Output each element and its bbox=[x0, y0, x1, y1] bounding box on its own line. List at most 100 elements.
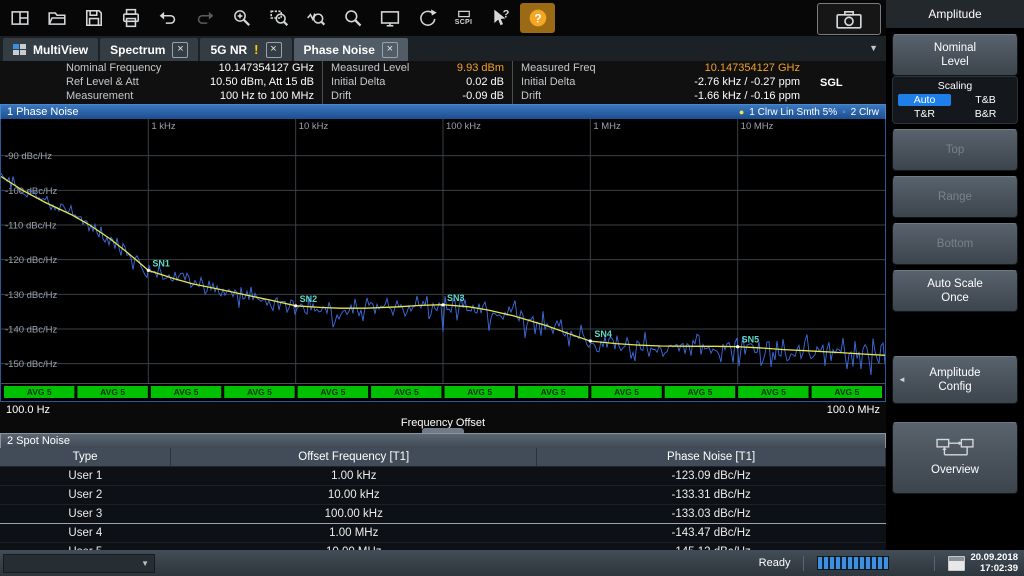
save-icon bbox=[84, 8, 104, 28]
trace1-legend: 1 Clrw Lin Smth 5% bbox=[749, 107, 837, 118]
info-value: -1.66 kHz / -0.16 ppm bbox=[694, 90, 800, 103]
phase-noise-window-header[interactable]: 1 Phase Noise ● 1 Clrw Lin Smth 5% ◦ 2 C… bbox=[0, 104, 886, 119]
svg-text:10 kHz: 10 kHz bbox=[299, 121, 329, 132]
search-button[interactable] bbox=[335, 3, 370, 33]
screenshot-icon bbox=[836, 10, 862, 29]
refresh-button[interactable] bbox=[409, 3, 444, 33]
info-value: 10.147354127 GHz bbox=[705, 62, 800, 75]
svg-text:?: ? bbox=[502, 8, 509, 20]
zoom-area-icon bbox=[269, 8, 289, 28]
phase-noise-chart[interactable]: 1 kHz10 kHz100 kHz1 MHz10 MHz-90 dBc/Hz-… bbox=[1, 119, 885, 400]
overview-softkey[interactable]: Overview bbox=[892, 422, 1018, 494]
info-label: Measured Level bbox=[331, 62, 409, 75]
status-bar: ▼ Ready 20.09.2018 17:02:39 bbox=[0, 550, 1024, 576]
phase-noise-plot-area[interactable]: 1 kHz10 kHz100 kHz1 MHz10 MHz-90 dBc/Hz-… bbox=[0, 119, 886, 402]
tab-phase-noise[interactable]: Phase Noise × bbox=[294, 38, 408, 61]
close-icon[interactable]: × bbox=[172, 42, 188, 58]
x-axis-stop-label: 100.0 MHz bbox=[827, 404, 880, 416]
auto-scale-once-softkey[interactable]: Auto Scale Once bbox=[892, 270, 1018, 312]
save-button[interactable] bbox=[76, 3, 111, 33]
info-value[interactable]: 10.147354127 GHz bbox=[219, 62, 314, 75]
scaling-option-tb[interactable]: T&B bbox=[959, 94, 1012, 106]
info-label: Measurement bbox=[66, 90, 133, 103]
window-splitter-handle[interactable] bbox=[422, 428, 464, 433]
softkey-menu-title: Amplitude bbox=[886, 0, 1024, 28]
tab-overflow-dropdown[interactable]: ▼ bbox=[869, 43, 878, 53]
range-softkey[interactable]: Range bbox=[892, 176, 1018, 218]
help-button[interactable]: ? bbox=[520, 3, 555, 33]
svg-text:SN4: SN4 bbox=[594, 329, 612, 339]
tab-multiview[interactable]: MultiView bbox=[3, 38, 98, 61]
info-value: -0.09 dB bbox=[462, 90, 504, 103]
tab-label: MultiView bbox=[33, 43, 88, 57]
trace-legend[interactable]: ● 1 Clrw Lin Smth 5% ◦ 2 Clrw bbox=[739, 107, 879, 118]
svg-text:SN1: SN1 bbox=[152, 258, 170, 268]
chevron-down-icon: ▼ bbox=[141, 559, 149, 568]
tab-label: 5G NR bbox=[210, 43, 247, 57]
status-divider bbox=[934, 556, 935, 571]
scaling-option-tr[interactable]: T&R bbox=[898, 108, 951, 120]
table-header[interactable]: Offset Frequency [T1] bbox=[171, 448, 537, 467]
table-header[interactable]: Phase Noise [T1] bbox=[537, 448, 886, 467]
open-button[interactable] bbox=[39, 3, 74, 33]
info-value[interactable]: 10.50 dBm, Att 15 dB bbox=[210, 76, 314, 89]
redo-button[interactable] bbox=[187, 3, 222, 33]
zoom-button[interactable] bbox=[224, 3, 259, 33]
svg-text:AVG 5: AVG 5 bbox=[174, 387, 199, 397]
table-header[interactable]: Type bbox=[0, 448, 171, 467]
svg-text:SN3: SN3 bbox=[447, 293, 465, 303]
svg-text:-140 dBc/Hz: -140 dBc/Hz bbox=[5, 325, 58, 336]
scpi-button[interactable]: SCPI bbox=[446, 3, 481, 33]
info-value[interactable]: 100 Hz to 100 MHz bbox=[220, 90, 314, 103]
screenshot-button[interactable] bbox=[817, 3, 881, 35]
svg-text:-120 dBc/Hz: -120 dBc/Hz bbox=[5, 255, 58, 266]
svg-text:?: ? bbox=[534, 11, 541, 25]
softkey-panel: Amplitude Nominal Level Scaling Auto T&B… bbox=[886, 0, 1024, 550]
toolbar: SCPI ? ? bbox=[0, 0, 886, 36]
undo-button[interactable] bbox=[150, 3, 185, 33]
window-layout-button[interactable] bbox=[2, 3, 37, 33]
amplitude-config-softkey[interactable]: ◄ Amplitude Config bbox=[892, 356, 1018, 404]
info-label: Initial Delta bbox=[521, 76, 575, 89]
table-row[interactable]: User 41.00 MHz-143.47 dBc/Hz bbox=[0, 524, 886, 543]
dialog-arrow-icon: ◄ bbox=[898, 375, 906, 385]
bottom-softkey[interactable]: Bottom bbox=[892, 223, 1018, 265]
scaling-group: Scaling Auto T&B T&R B&R bbox=[892, 76, 1018, 124]
measurement-info-bar: Nominal Frequency10.147354127 GHz Ref Le… bbox=[0, 61, 886, 104]
print-button[interactable] bbox=[113, 3, 148, 33]
tab-5g-nr[interactable]: 5G NR ! × bbox=[200, 38, 291, 61]
table-header-row: TypeOffset Frequency [T1]Phase Noise [T1… bbox=[0, 448, 886, 467]
status-selector-dropdown[interactable]: ▼ bbox=[3, 554, 155, 573]
zoom-trace-button[interactable] bbox=[298, 3, 333, 33]
refresh-icon bbox=[417, 8, 437, 28]
warning-icon: ! bbox=[254, 42, 258, 57]
status-divider bbox=[803, 556, 804, 571]
spot-noise-window-header[interactable]: 2 Spot Noise bbox=[0, 433, 886, 448]
tab-label: Phase Noise bbox=[304, 43, 375, 57]
close-icon[interactable]: × bbox=[382, 42, 398, 58]
tab-spectrum[interactable]: Spectrum × bbox=[100, 38, 198, 61]
status-ready-label: Ready bbox=[759, 557, 791, 569]
nominal-level-softkey[interactable]: Nominal Level bbox=[892, 34, 1018, 76]
top-softkey[interactable]: Top bbox=[892, 129, 1018, 171]
zoom-area-button[interactable] bbox=[261, 3, 296, 33]
display-button[interactable] bbox=[372, 3, 407, 33]
calendar-icon bbox=[948, 556, 965, 571]
svg-text:-110 dBc/Hz: -110 dBc/Hz bbox=[5, 221, 57, 232]
undo-icon bbox=[158, 8, 178, 28]
svg-text:AVG 5: AVG 5 bbox=[320, 387, 345, 397]
context-help-button[interactable]: ? bbox=[483, 3, 518, 33]
datetime-display[interactable]: 20.09.2018 17:02:39 bbox=[948, 552, 1018, 574]
svg-text:-130 dBc/Hz: -130 dBc/Hz bbox=[5, 290, 58, 301]
scaling-option-auto[interactable]: Auto bbox=[898, 94, 951, 106]
close-icon[interactable]: × bbox=[266, 42, 282, 58]
info-value: 0.02 dB bbox=[466, 76, 504, 89]
svg-text:AVG 5: AVG 5 bbox=[247, 387, 272, 397]
table-row[interactable]: User 3100.00 kHz-133.03 dBc/Hz bbox=[0, 505, 886, 524]
tab-label: Spectrum bbox=[110, 43, 165, 57]
scaling-option-br[interactable]: B&R bbox=[959, 108, 1012, 120]
table-row[interactable]: User 210.00 kHz-133.31 dBc/Hz bbox=[0, 486, 886, 505]
table-row[interactable]: User 11.00 kHz-123.09 dBc/Hz bbox=[0, 467, 886, 486]
frequency-axis-footer: 100.0 Hz 100.0 MHz bbox=[0, 402, 886, 417]
multiview-grid-icon bbox=[13, 44, 26, 55]
